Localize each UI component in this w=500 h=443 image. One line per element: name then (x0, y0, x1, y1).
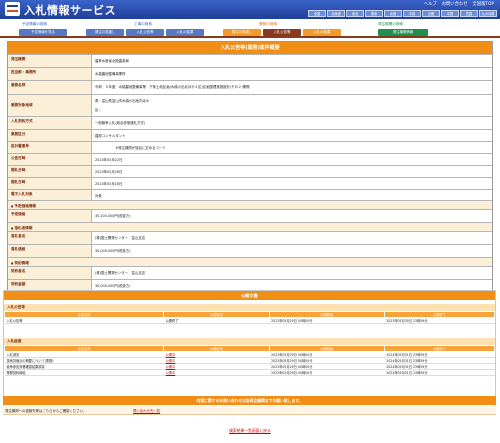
label-method: 入札契約方式 (8, 117, 91, 129)
top-links: ヘルプ お問い合わせ 全国版TOP (424, 1, 494, 7)
label-location: 業務対象地域 (8, 95, 91, 116)
help-link[interactable]: ヘルプ (424, 1, 437, 7)
agency-info-button[interactable]: 発注機関情報 (378, 29, 428, 36)
row-winner-price: 落札価格 30,000,000円(税抜き) (8, 244, 492, 257)
label-contractor: 契約者名 (8, 267, 91, 279)
value-winner-name: (株)国土開発センター 富山支店 (91, 232, 492, 244)
case-summary-title: 入札公告等(業務)案件概要 (8, 42, 492, 54)
construction-notice-button[interactable]: 入札公告等 (126, 29, 164, 36)
section-winner: 落札者情報 (8, 222, 492, 231)
row-method: 入札契約方式 一般競争入札(総合評価落札方式) (8, 116, 492, 129)
region-tabs: 全国 北海道 東北 関東 北陸 中部 近畿 中国 四国 九州沖縄 (308, 10, 497, 17)
row-estimate: 予定価格 35,200,000円(税抜き) (8, 209, 492, 222)
label-pub-date: 公告日時 (8, 154, 91, 165)
row-office: 担当部・事務所 水橋農地整備事業所 (8, 67, 492, 80)
docs-table-progress: 文書名称 公開状況 公開開始 公開終了 入札調書 公開中 2023年05月29日… (3, 345, 496, 376)
inquiry-banner: 内容に関するお問い合わせは各発注機関までお願い致します。 (3, 396, 496, 405)
nav-group-schedule: 予定情報の検索 (22, 22, 48, 26)
value-pub-date: 2023年05月22日 (91, 154, 492, 165)
section-contract: 契約情報 (8, 257, 492, 266)
search-nav: 予定情報の検索 工事の検索 業務の検索 発注機関の検索 予定情報を見る 発注の見… (0, 19, 500, 37)
value-location: 県：富山県富山市水橋小出地内ほか 区： (91, 95, 492, 116)
region-tab-shikoku[interactable]: 四国 (460, 10, 478, 17)
value-number: ※発注機関が独自に定めるコード (91, 142, 492, 153)
service-outlook-button[interactable]: 発注の見通し (223, 29, 261, 36)
region-tab-national[interactable]: 全国 (308, 10, 326, 17)
app-title: 入札情報サービス (24, 4, 116, 17)
nav-divider (0, 36, 500, 38)
schedule-view-button[interactable]: 予定情報を見る (19, 29, 67, 36)
label-office: 担当部・事務所 (8, 68, 91, 80)
region-tab-tohoku[interactable]: 東北 (346, 10, 364, 17)
row-e-bid: 電子入札対象 対象 (8, 189, 492, 200)
docs-section-notice: 入札公告等 (4, 304, 495, 311)
label-number: 設計書番号 (8, 142, 91, 153)
label-open-date: 開札日時 (8, 178, 91, 189)
nav-group-service: 業務の検索 (259, 22, 277, 26)
region-tab-kyushu[interactable]: 九州沖縄 (479, 10, 497, 17)
national-top-link[interactable]: 全国版TOP (473, 1, 495, 7)
section-estimate: 予定価格情報 (8, 200, 492, 209)
table-row: 業務契約締結 公開中 2023年05月29日 00時00分 2024年05月31… (4, 369, 495, 376)
row-agency: 発注機関 農林水産省北陸農政局 (8, 54, 492, 67)
label-e-bid: 電子入札対象 (8, 190, 91, 200)
value-agency: 農林水産省北陸農政局 (91, 55, 492, 67)
value-project: 令和 ５年度 水橋農地整備事業 下条土地区画(水橋小出北ほか２区)区画整理実施設… (91, 81, 492, 94)
nav-group-construction: 工事の検索 (134, 22, 152, 26)
row-open-date: 開札日時 2023年05月16日 (8, 177, 492, 189)
construction-result-button[interactable]: 入札の結果 (166, 29, 204, 36)
region-tab-hokkaido[interactable]: 北海道 (327, 10, 345, 17)
docs-section-progress: 入札経過 (4, 338, 495, 345)
app-logo-icon (5, 2, 20, 16)
value-winner-price: 30,000,000円(税抜き) (91, 245, 492, 257)
region-tab-kinki[interactable]: 近畿 (422, 10, 440, 17)
region-tab-hokuriku[interactable]: 北陸 (384, 10, 402, 17)
value-e-bid: 対象 (91, 190, 492, 200)
value-open-date: 2023年05月16日 (91, 178, 492, 189)
value-estimate: 35,200,000円(税抜き) (91, 210, 492, 222)
row-contractor: 契約者名 (株)国土開発センター 富山支店 (8, 266, 492, 279)
contact-link[interactable]: お問い合わせ (442, 1, 468, 7)
value-sub-date: 2023年05月16日 (91, 166, 492, 177)
label-winner-name: 落札者名 (8, 232, 91, 244)
region-tab-chubu[interactable]: 中部 (403, 10, 421, 17)
status-link[interactable]: 公開中 (163, 369, 270, 376)
label-sub-date: 開札日時 (8, 166, 91, 177)
row-category: 業務区分 建設コンサルタント (8, 129, 492, 141)
construction-outlook-button[interactable]: 発注の見通し (86, 29, 124, 36)
row-location: 業務対象地域 県：富山県富山市水橋小出地内ほか 区： (8, 94, 492, 116)
value-office: 水橋農地整備事業所 (91, 68, 492, 80)
row-pub-date: 公告日時 2023年05月22日 (8, 153, 492, 165)
label-winner-price: 落札価格 (8, 245, 91, 257)
region-tab-chugoku[interactable]: 中国 (441, 10, 459, 17)
case-summary-table: 入札公告等(業務)案件概要 発注機関 農林水産省北陸農政局 担当部・事務所 水橋… (7, 41, 493, 293)
row-sub-date: 開札日時 2023年05月16日 (8, 165, 492, 177)
app-header: 入札情報サービス ヘルプ お問い合わせ 全国版TOP 全国 北海道 東北 関東 … (0, 0, 500, 19)
inquiry-row: 発注機関への連絡先等はこちらからご確認ください。 問い合わせ先一覧 (3, 406, 496, 415)
label-agency: 発注機関 (8, 55, 91, 67)
row-winner-name: 落札者名 (株)国土開発センター 富山支店 (8, 231, 492, 244)
value-contractor: (株)国土開発センター 富山支店 (91, 267, 492, 279)
service-result-button[interactable]: 入札の結果 (303, 29, 341, 36)
label-project: 業務名称 (8, 81, 91, 94)
inquiry-list-link[interactable]: 問い合わせ先一覧 (133, 408, 160, 413)
region-tab-kanto[interactable]: 関東 (365, 10, 383, 17)
value-method: 一般競争入札(総合評価落札方式) (91, 117, 492, 129)
table-row: 入札公告等 公開終了 2023年05月29日 00時00分 2023年05月30… (4, 317, 495, 324)
inquiry-text: 発注機関への連絡先等はこちらからご確認ください。 (5, 409, 87, 413)
row-number: 設計書番号 ※発注機関が独自に定めるコード (8, 141, 492, 153)
label-estimate: 予定価格 (8, 210, 91, 222)
nav-group-agency: 発注機関の検索 (378, 22, 404, 26)
docs-table-notice: 文書名称 公開状況 公開開始 公開終了 入札公告等 公開終了 2023年05月2… (3, 311, 496, 324)
label-category: 業務区分 (8, 130, 91, 141)
back-to-results-link[interactable]: 検索結果一覧画面に戻る (0, 428, 500, 434)
row-project: 業務名称 令和 ５年度 水橋農地整備事業 下条土地区画(水橋小出北ほか２区)区画… (8, 80, 492, 94)
value-category: 建設コンサルタント (91, 130, 492, 141)
public-documents: 公開文書 入札公告等 文書名称 公開状況 公開開始 公開終了 入札公告等 公開終… (3, 290, 496, 413)
service-notice-button[interactable]: 入札公告等 (263, 29, 301, 36)
public-documents-title: 公開文書 (4, 291, 495, 300)
